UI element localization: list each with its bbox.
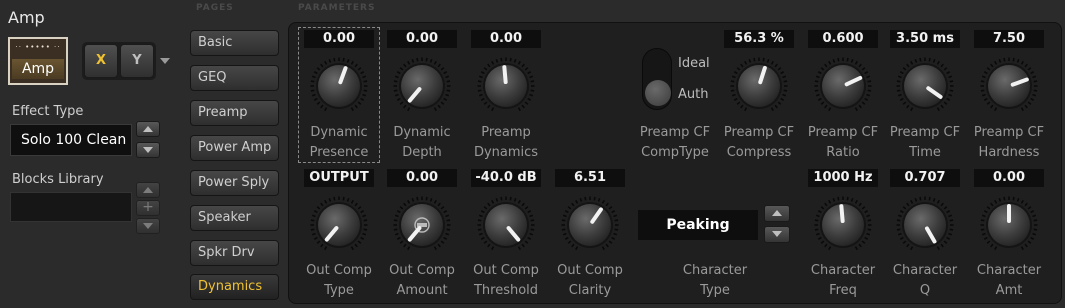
comp-type-option-auth[interactable]: Auth bbox=[678, 87, 708, 102]
row2-param-label: Character bbox=[976, 263, 1042, 278]
row2-param-label: Amount bbox=[396, 283, 448, 298]
effect-type-up-button[interactable] bbox=[136, 121, 160, 137]
row1-param-label: Preamp bbox=[481, 125, 531, 140]
row2-param-label: Q bbox=[919, 283, 931, 298]
arrow-down-icon bbox=[143, 223, 153, 229]
row1-param-label: Preamp CF bbox=[723, 125, 795, 140]
row1-knob[interactable] bbox=[309, 56, 369, 116]
page-tab[interactable]: Spkr Drv bbox=[190, 240, 279, 266]
row2-param-label: Character bbox=[892, 263, 958, 278]
page-tab[interactable]: Preamp bbox=[190, 100, 279, 126]
row2-knob[interactable] bbox=[979, 195, 1039, 255]
comp-type-label-1: Preamp CF bbox=[639, 125, 711, 140]
arrow-down-icon bbox=[143, 147, 153, 153]
parameters-header: PARAMETERS bbox=[298, 3, 376, 13]
character-type-down-button[interactable] bbox=[764, 226, 790, 243]
arrow-up-icon bbox=[772, 210, 782, 216]
character-type-up-button[interactable] bbox=[764, 205, 790, 222]
row1-value-display: 7.50 bbox=[974, 30, 1044, 48]
row2-value-display: 6.51 bbox=[555, 169, 625, 187]
xy-dropdown-arrow-icon[interactable] bbox=[160, 58, 170, 64]
page-tab[interactable]: GEQ bbox=[190, 65, 279, 91]
effect-type-label: Effect Type bbox=[12, 104, 84, 119]
arrow-up-icon bbox=[143, 187, 153, 193]
row1-param-label: Ratio bbox=[826, 145, 860, 160]
effect-type-down-button[interactable] bbox=[136, 142, 160, 158]
row2-value-display: 0.00 bbox=[387, 169, 457, 187]
row1-param-label: Preamp CF bbox=[807, 125, 879, 140]
blocks-library-list[interactable] bbox=[10, 192, 132, 222]
row2-knob[interactable] bbox=[309, 195, 369, 255]
row1-param-label: Dynamics bbox=[473, 145, 539, 160]
row2-value-display: 0.00 bbox=[974, 169, 1044, 187]
row1-param-label: Compress bbox=[726, 145, 792, 160]
row1-value-display: 3.50 ms bbox=[890, 30, 960, 48]
y-button[interactable]: Y bbox=[120, 44, 154, 78]
row1-value-display: 56.3 % bbox=[724, 30, 794, 48]
row1-param-label: Time bbox=[909, 145, 941, 160]
row1-param-label: Hardness bbox=[978, 145, 1040, 160]
x-button[interactable]: X bbox=[84, 44, 118, 78]
blocks-library-label: Blocks Library bbox=[12, 172, 104, 187]
row2-knob[interactable] bbox=[476, 195, 536, 255]
row2-knob[interactable] bbox=[813, 195, 873, 255]
row1-knob[interactable] bbox=[895, 56, 955, 116]
page-tab[interactable]: Dynamics bbox=[190, 274, 279, 300]
row2-param-label: Threshold bbox=[473, 283, 539, 298]
row2-param-label: Out Comp bbox=[306, 263, 372, 278]
amp-grill-icon: ·· ••••• ·· bbox=[15, 43, 61, 51]
row2-param-label: Character bbox=[810, 263, 876, 278]
row1-knob[interactable] bbox=[476, 56, 536, 116]
row1-param-label: Dynamic bbox=[393, 125, 451, 140]
row2-param-label: Clarity bbox=[568, 283, 612, 298]
row1-knob[interactable] bbox=[813, 56, 873, 116]
blocks-library-add-button[interactable]: + bbox=[136, 200, 160, 216]
effect-type-select[interactable]: Solo 100 Clean bbox=[10, 124, 132, 156]
comp-type-option-ideal[interactable]: Ideal bbox=[678, 56, 710, 71]
row2-value-display: 0.707 bbox=[890, 169, 960, 187]
amp-thumbnail-label: Amp bbox=[12, 59, 64, 79]
row1-param-label: Preamp CF bbox=[889, 125, 961, 140]
amp-block-thumbnail[interactable]: ·· ••••• ·· Amp bbox=[8, 37, 68, 85]
row2-knob[interactable] bbox=[560, 195, 620, 255]
row2-param-label: Out Comp bbox=[557, 263, 623, 278]
row1-knob[interactable] bbox=[979, 56, 1039, 116]
plus-icon: + bbox=[142, 199, 154, 215]
row2-knob[interactable] bbox=[895, 195, 955, 255]
comp-type-toggle-thumb[interactable] bbox=[645, 80, 671, 106]
row1-param-label: Presence bbox=[309, 145, 369, 160]
row2-param-label: Freq bbox=[829, 283, 857, 298]
character-type-select[interactable]: Peaking bbox=[638, 210, 758, 240]
arrow-down-icon bbox=[772, 231, 782, 237]
block-title: Amp bbox=[8, 8, 45, 27]
row2-param-label: Type bbox=[324, 283, 354, 298]
row2-knob[interactable] bbox=[392, 195, 452, 255]
page-tab[interactable]: Basic bbox=[190, 30, 279, 56]
row1-knob[interactable] bbox=[729, 56, 789, 116]
row2-param-label: Amt bbox=[995, 283, 1023, 298]
row1-value-display: 0.600 bbox=[808, 30, 878, 48]
character-type-label-2: Type bbox=[700, 283, 730, 298]
blocks-library-down-button[interactable] bbox=[136, 218, 160, 234]
row1-knob[interactable] bbox=[392, 56, 452, 116]
comp-type-label-2: CompType bbox=[641, 145, 709, 160]
character-type-label-1: Character bbox=[682, 263, 748, 278]
page-tab[interactable]: Power Sply bbox=[190, 170, 279, 196]
row1-param-label: Depth bbox=[402, 145, 442, 160]
row2-param-label: Out Comp bbox=[389, 263, 455, 278]
row1-param-label: Preamp CF bbox=[973, 125, 1045, 140]
row1-value-display: 0.00 bbox=[387, 30, 457, 48]
row1-value-display: 0.00 bbox=[304, 30, 374, 48]
row1-param-label: Dynamic bbox=[310, 125, 368, 140]
row1-value-display: 0.00 bbox=[471, 30, 541, 48]
row2-value-display: OUTPUT bbox=[304, 169, 374, 187]
row2-value-display: 1000 Hz bbox=[808, 169, 878, 187]
page-tab[interactable]: Power Amp bbox=[190, 135, 279, 161]
row2-param-label: Out Comp bbox=[473, 263, 539, 278]
pages-header: PAGES bbox=[196, 3, 234, 13]
arrow-up-icon bbox=[143, 126, 153, 132]
page-tab[interactable]: Speaker bbox=[190, 205, 279, 231]
row2-value-display: -40.0 dB bbox=[471, 169, 541, 187]
blocks-library-up-button[interactable] bbox=[136, 182, 160, 198]
